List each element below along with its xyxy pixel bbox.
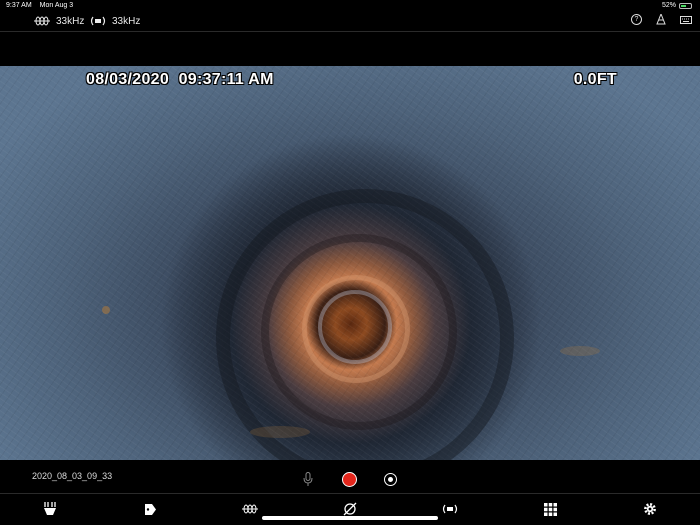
recording-filename: 2020_08_03_09_33 bbox=[32, 471, 113, 481]
snapshot-button[interactable] bbox=[384, 473, 397, 486]
locate-frequency-label: 33kHz bbox=[112, 15, 141, 27]
cone-icon[interactable] bbox=[656, 14, 666, 25]
home-indicator bbox=[262, 516, 438, 520]
rust-spot bbox=[250, 426, 310, 438]
grid-icon bbox=[543, 502, 557, 516]
top-bar: 33kHz 33kHz ? bbox=[0, 11, 700, 32]
status-date: Mon Aug 3 bbox=[39, 2, 74, 9]
sonde-frequency-icon bbox=[34, 16, 50, 26]
battery-icon bbox=[679, 2, 692, 9]
settings-icon bbox=[644, 503, 656, 515]
tag-button[interactable] bbox=[140, 500, 160, 518]
datetime-overlay: 08/03/2020 09:37:11 AM bbox=[86, 71, 274, 88]
snapshot-dot bbox=[387, 476, 393, 482]
zero-distance-icon bbox=[343, 502, 357, 516]
sonde-icon bbox=[242, 504, 258, 514]
locate-signal-icon bbox=[442, 504, 458, 514]
sonde-frequency-button[interactable]: 33kHz bbox=[34, 13, 84, 29]
rust-spot bbox=[560, 346, 600, 356]
settings-button[interactable] bbox=[640, 500, 660, 518]
tag-icon bbox=[144, 503, 156, 515]
sonde-frequency-label: 33kHz bbox=[56, 15, 85, 27]
locate-frequency-button[interactable]: 33kHz bbox=[90, 13, 140, 29]
status-bar: 9:37 AM Mon Aug 3 52% bbox=[0, 0, 700, 11]
status-time: 9:37 AM bbox=[6, 2, 32, 9]
rust-spot bbox=[102, 306, 110, 314]
keyboard-icon[interactable] bbox=[680, 15, 692, 24]
light-button[interactable] bbox=[40, 500, 60, 518]
sonde-button[interactable] bbox=[240, 500, 260, 518]
record-bar: 2020_08_03_09_33 bbox=[0, 460, 700, 494]
grid-button[interactable] bbox=[540, 500, 560, 518]
help-icon[interactable]: ? bbox=[631, 14, 642, 25]
bottom-toolbar bbox=[0, 494, 700, 525]
battery-percent: 52% bbox=[661, 2, 676, 9]
record-button[interactable] bbox=[342, 472, 357, 487]
pipe-ring bbox=[318, 290, 392, 364]
distance-overlay: 0.0FT bbox=[573, 71, 617, 88]
light-icon bbox=[44, 502, 56, 515]
locate-frequency-icon bbox=[90, 16, 106, 26]
locate-signal-button[interactable] bbox=[440, 500, 460, 518]
microphone-icon[interactable] bbox=[303, 472, 313, 487]
camera-feed[interactable]: 08/03/2020 09:37:11 AM 0.0FT bbox=[0, 66, 700, 460]
